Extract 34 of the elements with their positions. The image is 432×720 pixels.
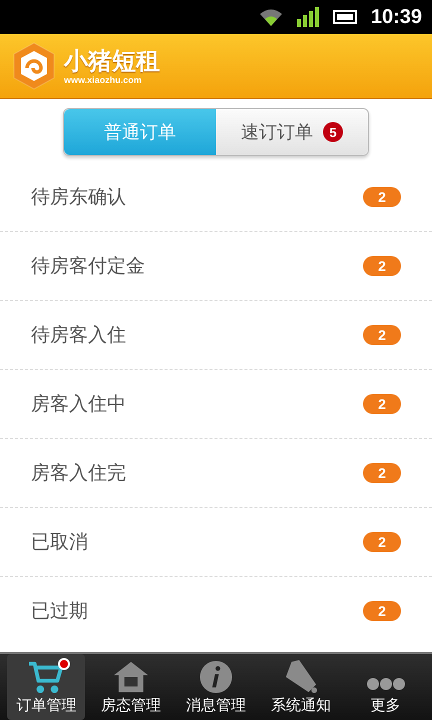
count-badge: 2: [363, 187, 401, 207]
app-name: 小猪短租: [64, 47, 160, 75]
order-status-item[interactable]: 已取消: [31, 529, 88, 555]
nav-tab[interactable]: 系统通知: [262, 654, 340, 720]
more-icon: [366, 678, 405, 690]
nav-tab[interactable]: 消息管理: [176, 654, 255, 720]
order-status-item[interactable]: 待房东确认: [31, 184, 126, 210]
nav-label: 房态管理: [101, 696, 162, 714]
order-status-item[interactable]: 待房客付定金: [31, 253, 145, 279]
count-badge: 2: [363, 532, 401, 552]
nav-label: 消息管理: [186, 696, 246, 714]
nav-tab[interactable]: 订单管理: [7, 654, 86, 720]
count-badge: 2: [363, 325, 401, 345]
website-url: www.xiaozhu.com: [64, 75, 143, 85]
nav-label: 订单管理: [16, 696, 76, 714]
battery-icon: [332, 10, 357, 24]
nav-tab[interactable]: 更多: [346, 654, 425, 720]
nav-label: 系统通知: [270, 696, 331, 714]
count-badge: 2: [363, 256, 401, 276]
count-badge: 2: [363, 394, 401, 414]
tab[interactable]: 速订订单 5: [216, 109, 368, 155]
logo-icon: [12, 42, 56, 90]
count-badge: 2: [363, 463, 401, 483]
signal-icon: [296, 7, 319, 27]
nav-tab[interactable]: 房态管理: [92, 654, 170, 720]
count-badge: 2: [363, 601, 401, 621]
wifi-icon: [258, 8, 283, 26]
order-status-item[interactable]: 房客入住完: [31, 460, 126, 486]
order-status-item[interactable]: 已过期: [31, 598, 88, 624]
order-status-item[interactable]: 待房客入住: [31, 322, 126, 348]
order-status-item[interactable]: 房客入住中: [31, 391, 126, 417]
count-badge: 5: [323, 122, 343, 142]
clock-time: 10:39: [370, 6, 422, 28]
nav-label: 更多: [370, 696, 401, 714]
